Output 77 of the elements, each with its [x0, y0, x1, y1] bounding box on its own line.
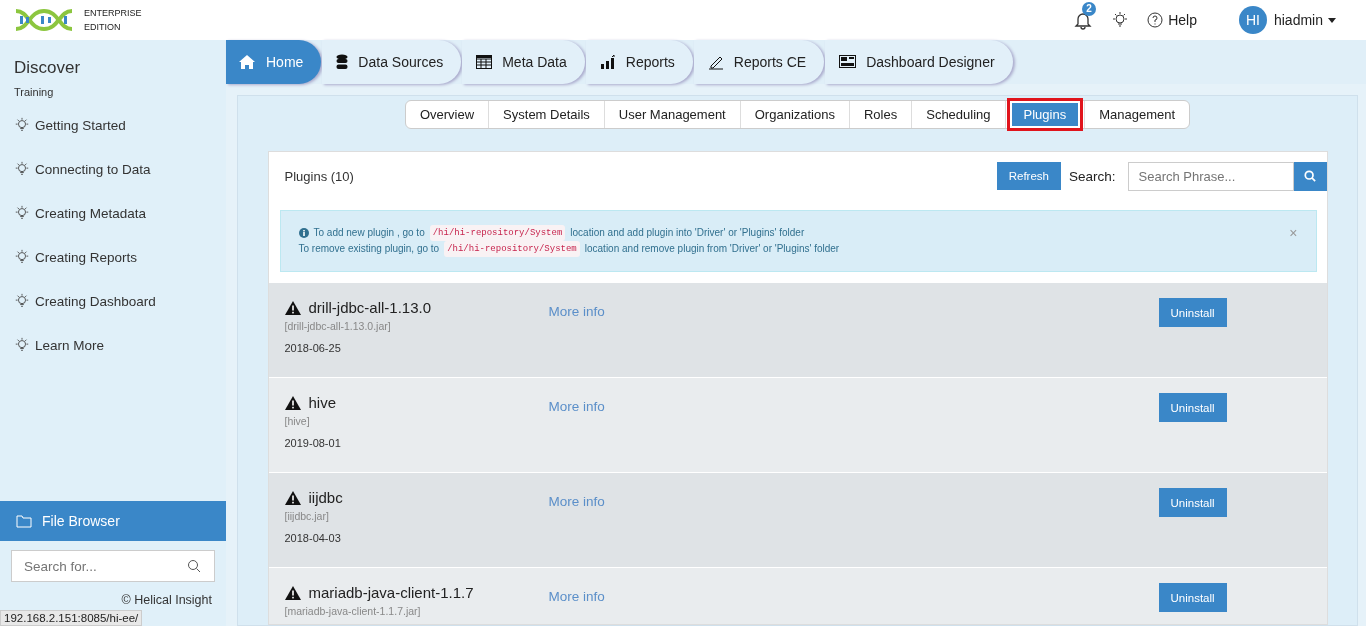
nav-tab[interactable]: Data Sources: [322, 40, 462, 84]
table-icon: [476, 55, 493, 69]
uninstall-button[interactable]: Uninstall: [1158, 583, 1227, 612]
sub-tab[interactable]: Organizations: [742, 103, 847, 126]
info-icon: [298, 228, 309, 238]
database-icon: [336, 54, 349, 70]
sidebar-item[interactable]: Getting Started: [35, 117, 126, 133]
sidebar-item[interactable]: Creating Reports: [35, 249, 138, 265]
sub-tab[interactable]: Plugins: [1011, 103, 1079, 126]
logo-icon: [14, 8, 74, 32]
nav-tab[interactable]: Reports CE: [693, 40, 825, 84]
plugin-name: mariadb-java-client-1.1.7: [308, 584, 474, 601]
file-browser-button[interactable]: File Browser: [0, 501, 226, 541]
plugin-date: 2018-04-03: [284, 532, 342, 544]
copyright-label: © Helical Insight: [121, 592, 212, 609]
uninstall-button[interactable]: Uninstall: [1158, 298, 1227, 327]
nav-tab[interactable]: Home: [226, 40, 322, 84]
bar-chart-icon: [599, 54, 616, 70]
alert-text: To add new plugin , go to: [313, 226, 425, 240]
sub-tab[interactable]: Roles: [851, 103, 910, 126]
refresh-button[interactable]: Refresh: [996, 162, 1061, 190]
sidebar-item[interactable]: Creating Metadata: [35, 205, 147, 221]
warning-icon: [284, 585, 301, 600]
lightbulb-icon[interactable]: [1111, 11, 1130, 29]
alert-text: location and add plugin into 'Driver' or 'Plugins' folder: [570, 226, 805, 240]
search-field[interactable]: Search for...: [11, 550, 215, 582]
notification-badge: 2: [1082, 2, 1096, 16]
sidebar-title: Discover: [14, 58, 82, 78]
plugin-file: [drill-jdbc-all-1.13.0.jar]: [284, 320, 392, 332]
alert-text: To remove existing plugin, go to: [298, 242, 440, 256]
sub-tab[interactable]: Overview: [407, 103, 487, 126]
edition-label: ENTERPRISE: [84, 7, 142, 20]
warning-icon: [284, 395, 301, 410]
search-icon: [1304, 170, 1316, 182]
panel-title: Plugins (10): [284, 168, 354, 184]
search-icon[interactable]: [187, 559, 201, 573]
search-label: Search:: [1068, 168, 1116, 184]
path-code: /hi/hi-repository/System: [444, 241, 580, 257]
plugin-name: iijdbc: [308, 489, 343, 506]
plugin-file: [hive]: [284, 415, 311, 427]
plugin-file: [iijdbc.jar]: [284, 510, 330, 522]
caret-icon[interactable]: [1328, 17, 1336, 23]
user-menu[interactable]: hiadmin: [1273, 12, 1323, 28]
sidebar-item[interactable]: Creating Dashboard: [35, 293, 156, 309]
plugin-name: hive: [308, 394, 337, 411]
nav-tab[interactable]: Dashboard Designer: [825, 40, 1013, 84]
bell-icon[interactable]: [1073, 10, 1094, 30]
search-button[interactable]: [1293, 161, 1327, 191]
help-link[interactable]: Help: [1168, 12, 1197, 28]
plugin-date: 2019-08-01: [284, 437, 342, 449]
uninstall-button[interactable]: Uninstall: [1158, 393, 1227, 422]
sub-tab[interactable]: User Management: [606, 103, 738, 126]
plugin-file: [mariadb-java-client-1.1.7.jar]: [284, 605, 422, 617]
nav-tab[interactable]: Reports: [585, 40, 693, 84]
sidebar-item[interactable]: Learn More: [35, 337, 105, 353]
warning-icon: [284, 300, 301, 315]
alert-text: location and remove plugin from 'Driver' or 'Plugins' folder: [584, 242, 840, 256]
user-avatar[interactable]: HI: [1238, 6, 1267, 34]
dashboard-icon: [839, 55, 857, 69]
pencil-icon: [707, 54, 724, 70]
folder-icon: [16, 514, 32, 528]
edition-label: EDITION: [84, 21, 122, 34]
home-icon: [238, 54, 256, 70]
sub-tab[interactable]: System Details: [491, 103, 602, 126]
search-field[interactable]: Search Phrase...: [1127, 161, 1294, 191]
plugin-name: drill-jdbc-all-1.13.0: [308, 299, 432, 316]
help-icon[interactable]: [1147, 12, 1164, 28]
status-url: 192.168.2.151:8085/hi-ee/: [0, 610, 143, 626]
uninstall-button[interactable]: Uninstall: [1158, 488, 1227, 517]
sidebar-item[interactable]: Connecting to Data: [35, 161, 151, 177]
warning-icon: [284, 490, 301, 505]
plugin-date: 2018-06-25: [284, 342, 342, 354]
sub-tab[interactable]: Management: [1087, 103, 1188, 126]
sub-tab[interactable]: Scheduling: [914, 103, 1003, 126]
path-code: /hi/hi-repository/System: [429, 225, 566, 241]
nav-tab[interactable]: Meta Data: [462, 40, 585, 84]
sidebar-subtitle: Training: [14, 86, 55, 98]
